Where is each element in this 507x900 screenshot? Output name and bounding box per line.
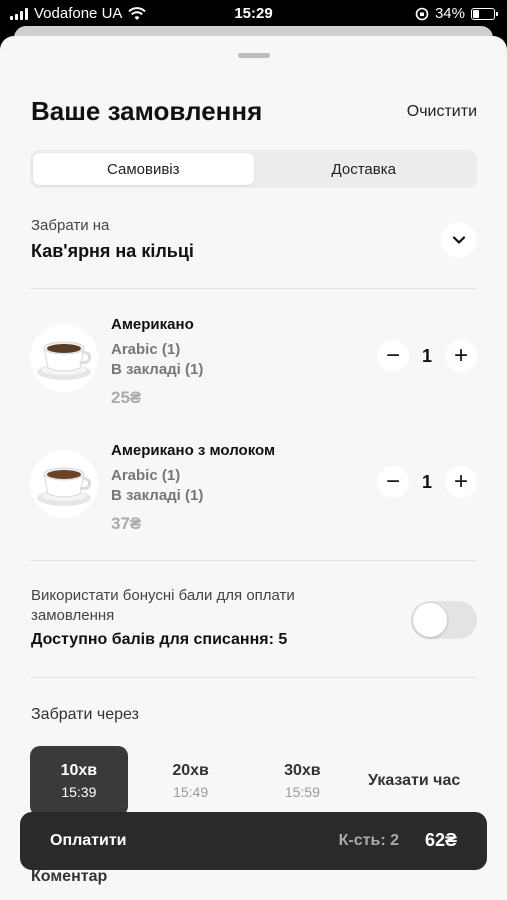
time-option-duration: 10хв xyxy=(60,762,98,779)
time-option-clock: 15:39 xyxy=(61,784,97,800)
item-option: Arabic (1) xyxy=(111,467,181,484)
item-option: В закладі (1) xyxy=(111,361,204,378)
increase-button[interactable]: + xyxy=(445,466,477,498)
pickup-label: Забрати на xyxy=(31,217,110,234)
bonus-description: Використати бонусні бали для оплати замо… xyxy=(31,587,295,624)
item-name: Американо з молоком xyxy=(111,442,276,459)
item-quantity: 1 xyxy=(421,471,432,492)
divider xyxy=(30,560,477,561)
clear-button[interactable]: Очистити xyxy=(407,103,477,121)
pickup-dropdown-button[interactable] xyxy=(441,222,477,258)
quantity-stepper: − 1 + xyxy=(377,340,477,372)
toggle-knob xyxy=(413,603,447,637)
battery-icon xyxy=(471,7,498,20)
pay-button[interactable]: Оплатити К-сть: 2 62₴ xyxy=(20,812,487,870)
time-option-clock: 15:59 xyxy=(284,784,320,800)
item-option: В закладі (1) xyxy=(111,487,204,504)
bonus-available: Доступно балів для списання: 5 xyxy=(31,631,288,648)
battery-percent: 34% xyxy=(434,5,465,22)
chevron-down-icon xyxy=(452,236,466,244)
decrease-button[interactable]: − xyxy=(377,340,409,372)
item-count: К-сть: 2 xyxy=(338,832,399,849)
comment-label: Коментар xyxy=(31,868,108,885)
item-price: 25₴ xyxy=(111,388,142,407)
time-option-30[interactable]: 30хв 15:59 xyxy=(254,746,352,816)
pickup-time-options: 10хв 15:39 20хв 15:49 30хв 15:59 Указати… xyxy=(30,746,477,816)
divider xyxy=(30,677,477,678)
time-option-duration: 30хв xyxy=(284,762,321,779)
sheet-grabber[interactable] xyxy=(238,53,270,58)
delivery-method-switch: Самовивіз Доставка xyxy=(30,150,477,188)
pickup-time-label: Забрати через xyxy=(31,706,139,723)
order-sheet: Ваше замовлення Очистити Самовивіз Доста… xyxy=(0,36,507,900)
item-price: 37₴ xyxy=(111,514,142,533)
time-option-20[interactable]: 20хв 15:49 xyxy=(142,746,240,816)
bonus-toggle[interactable] xyxy=(411,601,477,639)
time-option-duration: 20хв xyxy=(172,762,209,779)
quantity-stepper: − 1 + xyxy=(377,466,477,498)
time-option-custom-label: Указати час xyxy=(367,772,461,789)
page-title: Ваше замовлення xyxy=(31,96,263,126)
cart-item: Американо з молоком Arabic (1) В закладі… xyxy=(30,442,477,542)
divider xyxy=(30,288,477,289)
order-total: 62₴ xyxy=(424,830,457,850)
time-option-custom[interactable]: Указати час xyxy=(365,746,463,816)
decrease-button[interactable]: − xyxy=(377,466,409,498)
tab-delivery[interactable]: Доставка xyxy=(254,153,475,185)
coffee-cup-image xyxy=(30,324,98,392)
item-quantity: 1 xyxy=(421,345,432,366)
pay-label: Оплатити xyxy=(50,832,127,849)
coffee-cup-image xyxy=(30,450,98,518)
time-option-clock: 15:49 xyxy=(173,784,209,800)
orientation-lock-icon xyxy=(415,7,429,20)
item-option: Arabic (1) xyxy=(111,341,181,358)
pickup-place[interactable]: Кав'ярня на кільці xyxy=(31,241,194,262)
status-right: 34% xyxy=(415,5,498,22)
increase-button[interactable]: + xyxy=(445,340,477,372)
tab-pickup[interactable]: Самовивіз xyxy=(33,153,254,185)
cart-item: Американо Arabic (1) В закладі (1) 25₴ −… xyxy=(30,316,477,416)
time-option-10[interactable]: 10хв 15:39 xyxy=(30,746,128,816)
item-name: Американо xyxy=(111,316,194,333)
